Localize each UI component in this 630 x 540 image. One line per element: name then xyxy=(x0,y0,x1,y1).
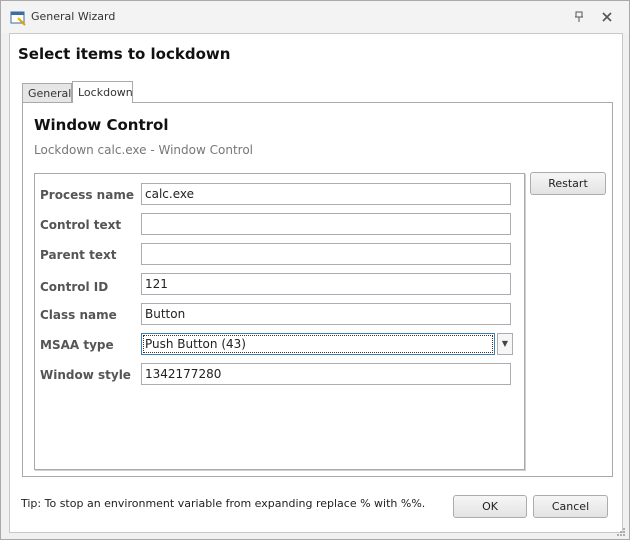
section-title: Window Control xyxy=(34,116,169,134)
tip-text: Tip: To stop an environment variable fro… xyxy=(21,497,426,510)
tab-general[interactable]: General xyxy=(22,83,72,102)
lockdown-panel: Window Control Lockdown calc.exe - Windo… xyxy=(22,102,613,477)
wizard-window-icon xyxy=(10,10,26,26)
wizard-window: General Wizard Select items to lockdown … xyxy=(0,0,630,540)
control-id-label: Control ID xyxy=(40,280,109,294)
msaa-type-select[interactable]: Push Button (43) ▼ xyxy=(141,333,513,357)
title-bar[interactable]: General Wizard xyxy=(1,1,629,33)
ok-button[interactable]: OK xyxy=(453,495,527,518)
chevron-down-icon[interactable]: ▼ xyxy=(497,333,513,355)
window-control-group: Process name Control text Parent text Co… xyxy=(34,173,525,470)
msaa-type-value[interactable]: Push Button (43) xyxy=(141,333,495,355)
close-icon[interactable] xyxy=(600,10,614,24)
pin-icon[interactable] xyxy=(572,10,586,24)
class-name-input[interactable] xyxy=(141,303,511,325)
section-subtitle: Lockdown calc.exe - Window Control xyxy=(34,143,254,157)
wizard-content: Select items to lockdown General Lockdow… xyxy=(9,33,623,533)
parent-text-input[interactable] xyxy=(141,243,511,265)
process-name-label: Process name xyxy=(40,188,134,202)
window-title: General Wizard xyxy=(31,10,116,23)
window-style-label: Window style xyxy=(40,368,131,382)
process-name-input[interactable] xyxy=(141,183,511,205)
restart-button[interactable]: Restart xyxy=(530,172,606,195)
control-id-input[interactable] xyxy=(141,273,511,295)
resize-grip-icon[interactable] xyxy=(616,526,626,536)
parent-text-label: Parent text xyxy=(40,248,117,262)
control-text-input[interactable] xyxy=(141,213,511,235)
control-text-label: Control text xyxy=(40,218,122,232)
msaa-type-label: MSAA type xyxy=(40,338,114,352)
page-title: Select items to lockdown xyxy=(18,45,231,63)
class-name-label: Class name xyxy=(40,308,117,322)
tab-lockdown[interactable]: Lockdown xyxy=(72,81,133,103)
window-style-input[interactable] xyxy=(141,363,511,385)
cancel-button[interactable]: Cancel xyxy=(533,495,608,518)
